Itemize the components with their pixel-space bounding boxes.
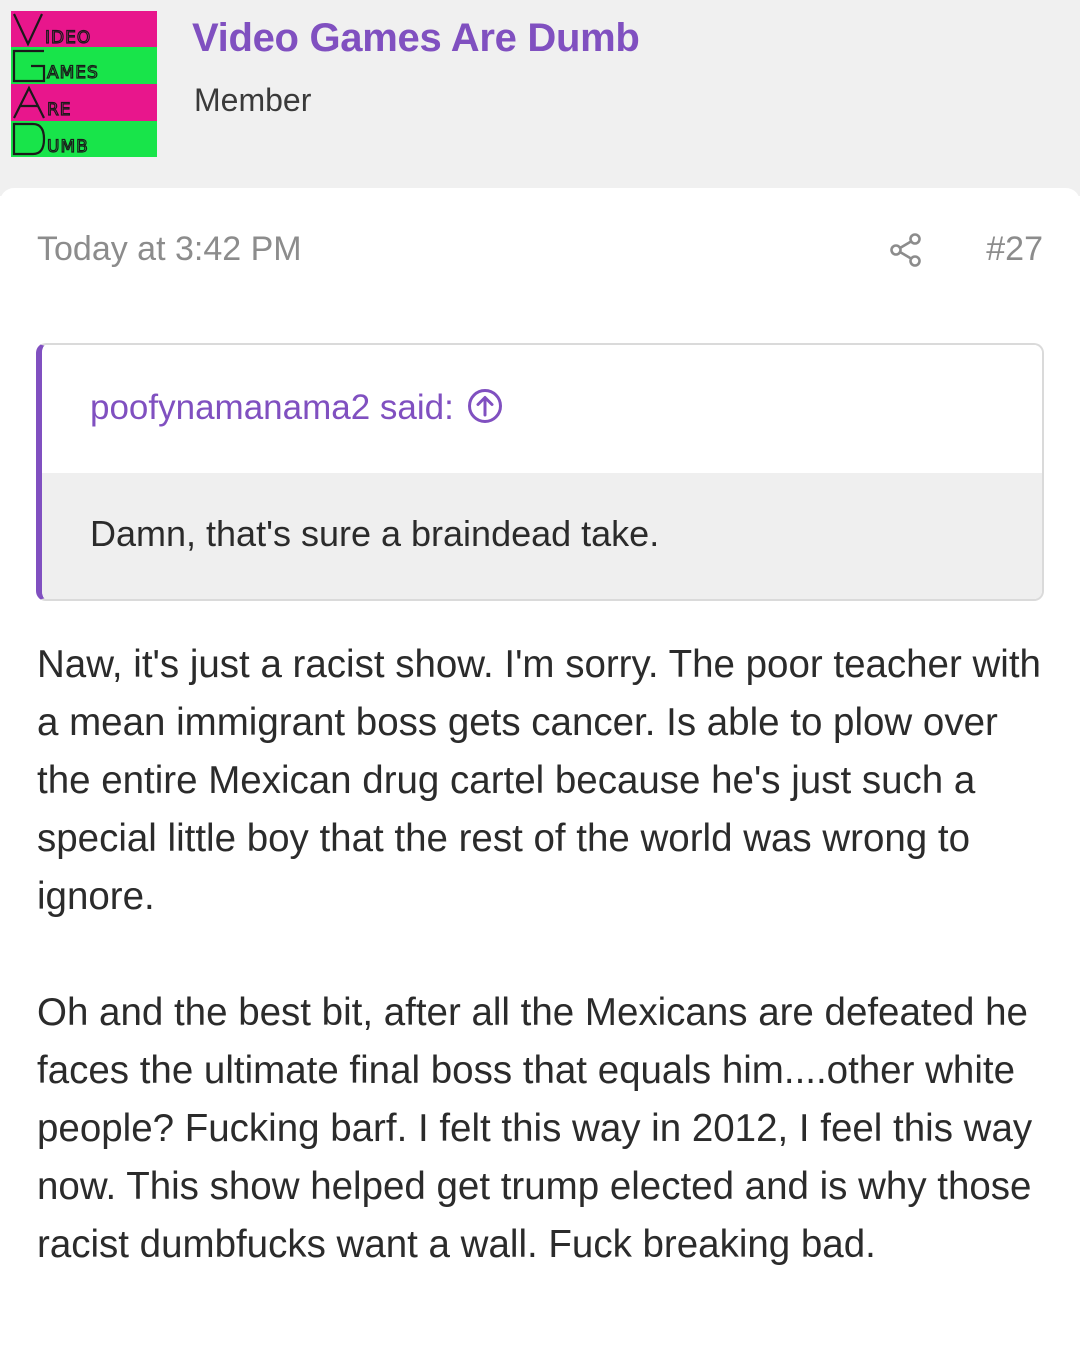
share-icon[interactable]	[888, 232, 924, 268]
quote-text: Damn, that's sure a braindead take.	[90, 513, 660, 554]
avatar-letter-text: UMB	[47, 137, 89, 157]
message-paragraph: Naw, it's just a racist show. I'm sorry.…	[37, 643, 1041, 918]
avatar[interactable]: IDEO AMES RE UMB	[11, 11, 157, 157]
quote-author-text: poofynamanama2 said:	[90, 388, 454, 427]
quote-author-link[interactable]: poofynamanama2 said:	[90, 387, 504, 428]
post-message-body: Naw, it's just a racist show. I'm sorry.…	[37, 636, 1047, 1274]
author-username-link[interactable]: Video Games Are Dumb	[192, 16, 640, 61]
post-number-link[interactable]: #27	[986, 230, 1043, 269]
quote-header: poofynamanama2 said:	[42, 345, 1042, 473]
author-user-title: Member	[194, 82, 312, 118]
arrow-up-circle-icon[interactable]	[466, 387, 504, 425]
message-paragraph: Oh and the best bit, after all the Mexic…	[37, 991, 1033, 1266]
post-author-header: IDEO AMES RE UMB Video Games Are Dumb Me…	[0, 0, 1080, 196]
post-timestamp-link[interactable]: Today at 3:42 PM	[37, 230, 302, 269]
quote-content: Damn, that's sure a braindead take.	[42, 473, 1042, 599]
post-card: Today at 3:42 PM #27 poofynamanama2 said…	[0, 188, 1080, 1359]
quote-block: poofynamanama2 said: Damn, that's sure a…	[36, 343, 1044, 601]
avatar-letter-text: AMES	[47, 63, 99, 83]
avatar-letter-text: RE	[47, 100, 72, 120]
avatar-letter-text: IDEO	[45, 28, 91, 48]
